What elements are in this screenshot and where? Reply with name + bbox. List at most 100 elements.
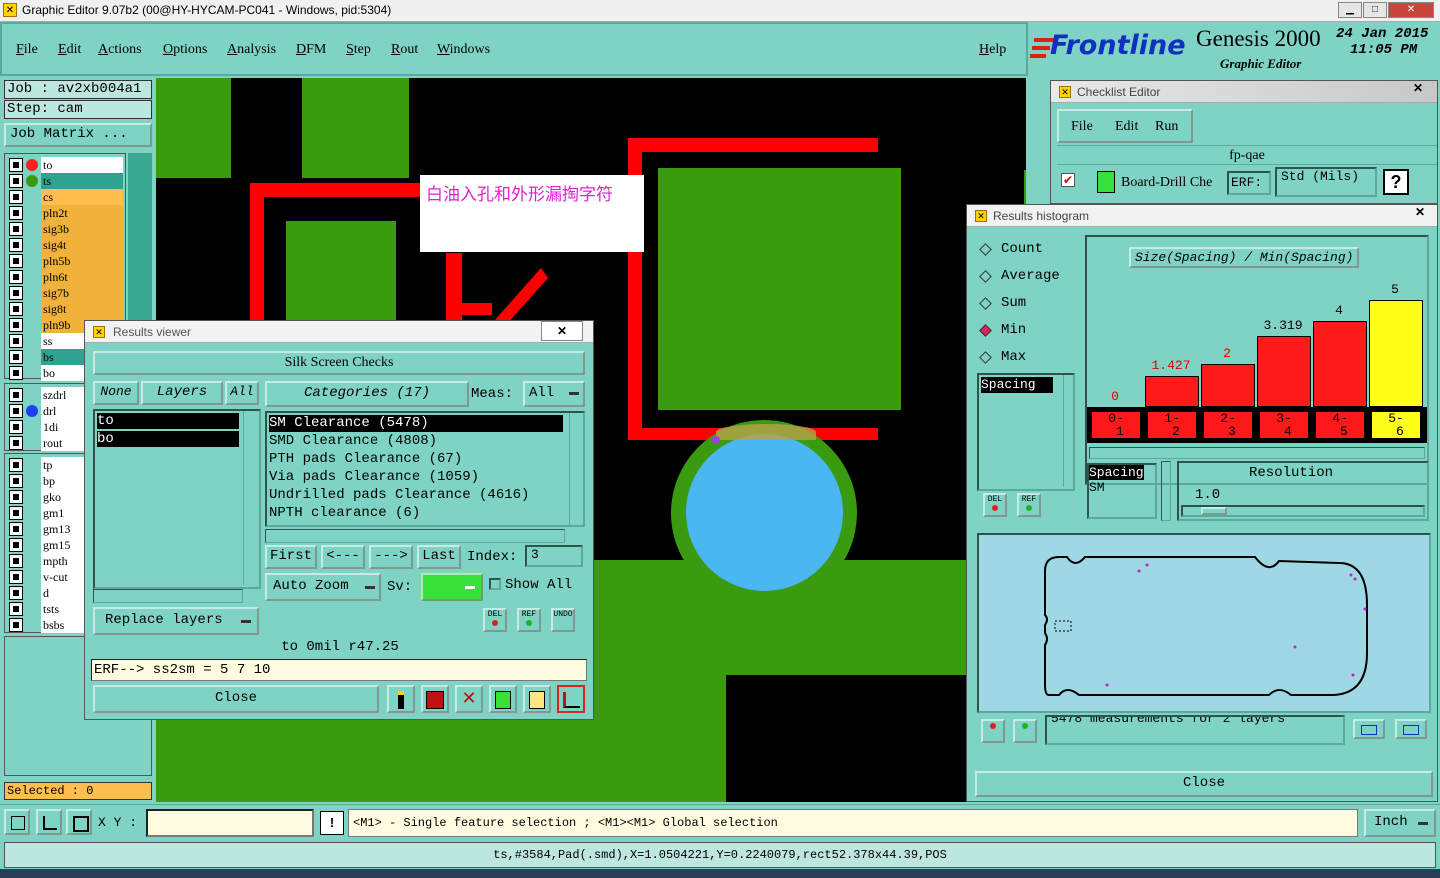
layer-name[interactable]: pln6t (41, 269, 123, 285)
all-button[interactable]: All (225, 381, 259, 405)
menu-rout[interactable]: Rout (391, 42, 418, 58)
layers-button[interactable]: Layers (141, 381, 223, 405)
stat-list-scrollbar[interactable] (1063, 375, 1073, 487)
stat-radio-average[interactable]: Average (977, 268, 1073, 288)
layer-name[interactable]: sig4t (41, 237, 123, 253)
board-preview[interactable] (977, 533, 1431, 713)
menu-options[interactable]: Options (163, 42, 207, 58)
close-icon[interactable]: ✕ (1405, 205, 1435, 223)
zoom-fit-icon[interactable] (4, 809, 30, 835)
layer-checkbox[interactable] (9, 522, 23, 536)
layer-checkbox[interactable] (9, 302, 23, 316)
layer-checkbox[interactable] (9, 334, 23, 348)
close-icon[interactable]: ✕ (541, 321, 583, 341)
layer-list-item[interactable]: to (97, 413, 239, 429)
undo-icon-button[interactable]: UNDO (551, 608, 575, 632)
sort-icon[interactable] (489, 685, 517, 713)
category-item[interactable]: Via pads Clearance (1059) (269, 469, 563, 486)
layer-selection-list[interactable]: to bo (93, 409, 261, 589)
layer-checkbox[interactable] (9, 570, 23, 584)
menu-help[interactable]: Help (979, 42, 1006, 58)
prev-button[interactable]: <--- (321, 545, 365, 569)
layer-checkbox[interactable] (9, 474, 23, 488)
layer-name[interactable]: to (41, 157, 123, 173)
checklist-menu-edit[interactable]: Edit (1115, 119, 1138, 135)
menu-windows[interactable]: Windows (437, 42, 490, 58)
categories-scrollbar[interactable] (569, 413, 583, 525)
footer-ref-button[interactable] (1013, 719, 1037, 743)
layer-checkbox[interactable] (9, 586, 23, 600)
layer-name[interactable]: sig3b (41, 221, 123, 237)
zoom-area-icon[interactable] (36, 809, 62, 835)
layer-checkbox[interactable] (9, 254, 23, 268)
layer-checkbox[interactable] (9, 404, 23, 418)
category-item[interactable]: PTH pads Clearance (67) (269, 451, 563, 468)
index-input[interactable]: 3 (525, 545, 583, 567)
layer-checkbox[interactable] (9, 286, 23, 300)
next-button[interactable]: ---> (369, 545, 413, 569)
layer-checkbox[interactable] (9, 190, 23, 204)
stat-list[interactable]: Spacing (977, 373, 1075, 491)
categories-list[interactable]: SM Clearance (5478) SMD Clearance (4808) P… (265, 411, 585, 527)
layer-name[interactable]: sig8t (41, 301, 123, 317)
meas-dropdown[interactable]: All (523, 381, 585, 407)
layer-row-sig3b[interactable]: sig3b (9, 221, 123, 237)
stat-radio-sum[interactable]: Sum (977, 295, 1073, 315)
footer-del-button[interactable] (981, 719, 1005, 743)
none-button[interactable]: None (93, 381, 139, 405)
layer-row-pln2t[interactable]: pln2t (9, 205, 123, 221)
layer-checkbox[interactable] (9, 490, 23, 504)
histogram-category[interactable]: 0- 1 (1091, 411, 1141, 439)
hist-ref-button[interactable]: REF (1017, 493, 1041, 517)
layer-checkbox[interactable] (9, 554, 23, 568)
check-icon[interactable]: ✔ (1061, 173, 1075, 187)
layer-checkbox[interactable] (9, 366, 23, 380)
layer-row-cs[interactable]: cs (9, 189, 123, 205)
spacing-scrollbar[interactable] (1161, 461, 1171, 521)
ref-remove-icon[interactable]: ✕ (455, 685, 483, 713)
flag-icon[interactable] (387, 685, 415, 713)
category-item[interactable]: Undrilled pads Clearance (4616) (269, 487, 563, 504)
layer-list-item[interactable]: bo (97, 431, 239, 447)
first-button[interactable]: First (265, 545, 317, 569)
hist-del-button[interactable]: DEL (983, 493, 1007, 517)
chart-hscroll[interactable] (1089, 447, 1425, 459)
menu-edit[interactable]: Edit (58, 42, 81, 58)
layer-list-hscroll[interactable] (93, 589, 243, 603)
categories-hscroll[interactable] (265, 529, 565, 543)
histogram-category[interactable]: 5- 6 (1371, 411, 1421, 439)
layer-checkbox[interactable] (9, 318, 23, 332)
replace-layers-dropdown[interactable]: Replace layers (93, 607, 259, 635)
layer-row-sig7b[interactable]: sig7b (9, 285, 123, 301)
layer-checkbox[interactable] (9, 436, 23, 450)
menu-file[interactable]: File (16, 42, 38, 58)
menu-dfm[interactable]: DFM (296, 42, 326, 58)
checklist-menu-file[interactable]: File (1071, 119, 1093, 135)
checklist-menu-run[interactable]: Run (1155, 119, 1178, 135)
menu-analysis[interactable]: Analysis (227, 42, 276, 58)
layer-checkbox[interactable] (9, 602, 23, 616)
resolution-slider[interactable] (1181, 505, 1425, 517)
histogram-category[interactable]: 3- 4 (1259, 411, 1309, 439)
layer-row-pln6t[interactable]: pln6t (9, 269, 123, 285)
sv-color-dropdown[interactable] (421, 573, 483, 601)
category-item[interactable]: NPTH clearance (6) (269, 505, 563, 522)
layer-row-to[interactable]: to (9, 157, 123, 173)
stat-radio-max[interactable]: Max (977, 349, 1073, 369)
xy-input[interactable] (146, 809, 314, 837)
slider-handle[interactable] (1201, 507, 1227, 515)
layer-checkbox[interactable] (9, 506, 23, 520)
stat-list-item[interactable]: Spacing (981, 377, 1053, 393)
layer-name[interactable]: pln2t (41, 205, 123, 221)
histogram-category[interactable]: 4- 5 (1315, 411, 1365, 439)
stat-radio-count[interactable]: Count (977, 241, 1073, 261)
histogram-category[interactable]: 1- 2 (1147, 411, 1197, 439)
checklist-row-label[interactable]: Board-Drill Che (1121, 175, 1212, 191)
layer-name[interactable]: pln5b (41, 253, 123, 269)
layer-checkbox[interactable] (9, 420, 23, 434)
layer-row-pln5b[interactable]: pln5b (9, 253, 123, 269)
menu-step[interactable]: Step (346, 42, 371, 58)
layer-checkbox[interactable] (9, 458, 23, 472)
category-item[interactable]: SM Clearance (5478) (269, 415, 563, 432)
help-icon[interactable]: ? (1383, 169, 1409, 195)
